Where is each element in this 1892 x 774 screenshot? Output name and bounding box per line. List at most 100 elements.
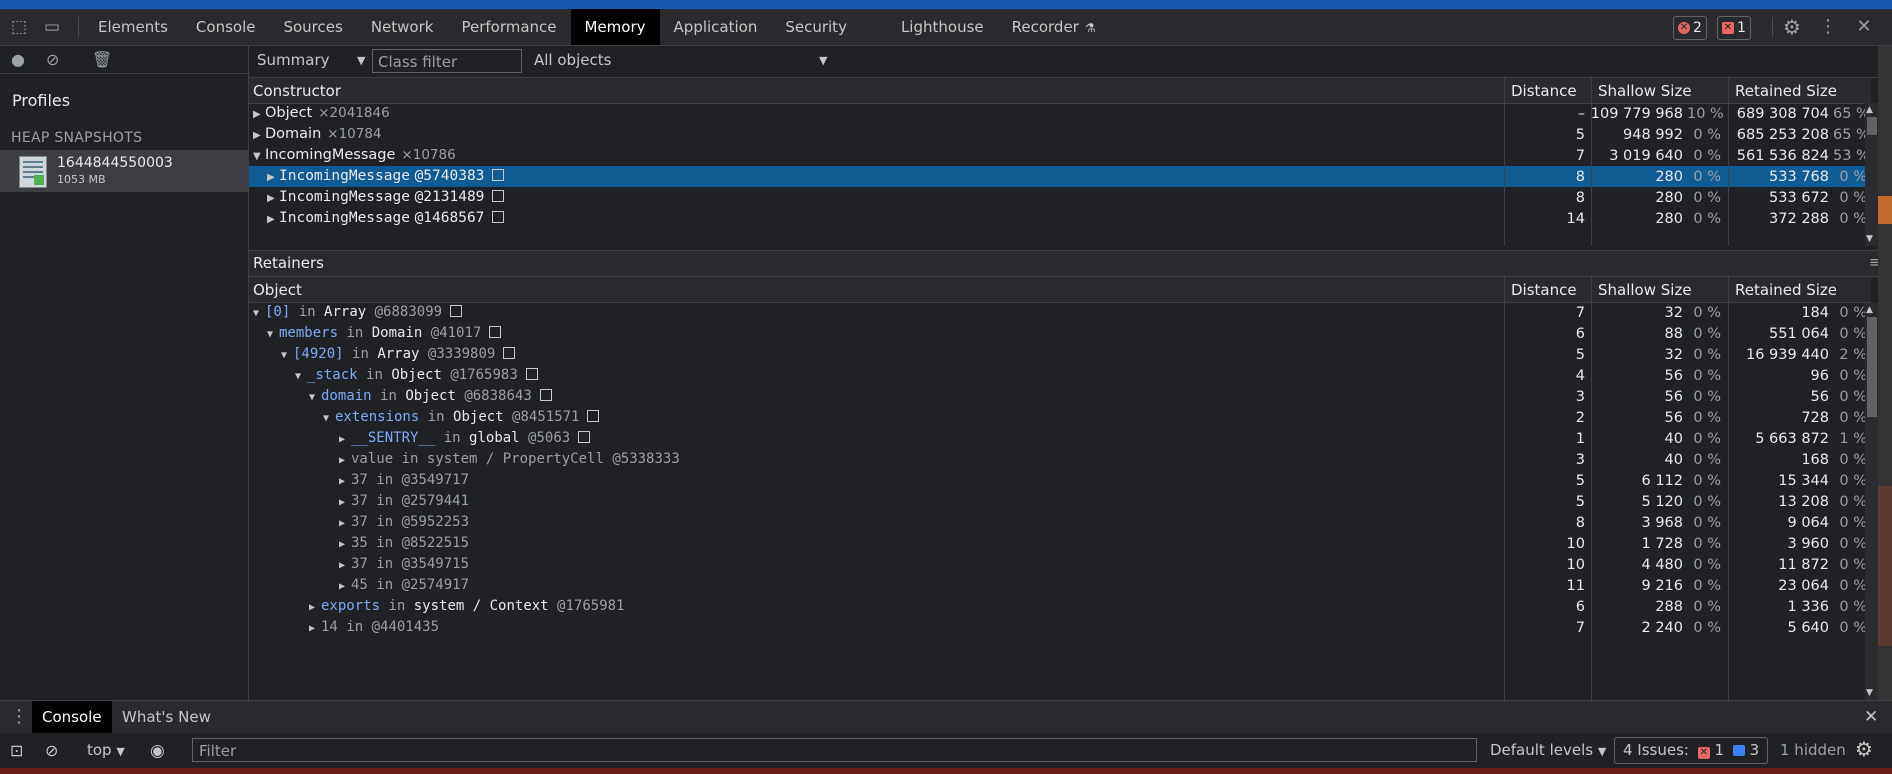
expand-open-icon[interactable]: ▼ bbox=[253, 151, 265, 162]
reveal-icon[interactable] bbox=[539, 389, 552, 401]
scroll-down-icon[interactable]: ▼ bbox=[1866, 234, 1873, 244]
expand-closed-icon[interactable]: ▶ bbox=[267, 172, 279, 183]
col-distance[interactable]: Distance bbox=[1511, 281, 1577, 299]
constructor-row[interactable]: ▶ IncomingMessage @1468567 14 280 0 % 372 288… bbox=[249, 208, 1871, 229]
tab-console[interactable]: Console bbox=[182, 9, 270, 45]
context-select[interactable]: top ▼ bbox=[87, 741, 125, 759]
retainer-row[interactable]: ▶ 37 in @3549715 10 4 480 0 % 11 872 0 % bbox=[249, 554, 1871, 575]
reveal-icon[interactable] bbox=[525, 368, 538, 380]
retainer-row[interactable]: ▶ 37 in @5952253 8 3 968 0 % 9 064 0 % bbox=[249, 512, 1871, 533]
expand-open-icon[interactable]: ▼ bbox=[323, 413, 335, 424]
expand-open-icon[interactable]: ▼ bbox=[309, 392, 321, 403]
col-retained-size[interactable]: Retained Size bbox=[1735, 82, 1837, 100]
clear-icon[interactable]: ⊘ bbox=[46, 50, 59, 69]
col-object[interactable]: Object bbox=[253, 281, 302, 299]
retainer-row[interactable]: ▶ 35 in @8522515 10 1 728 0 % 3 960 0 % bbox=[249, 533, 1871, 554]
tab-application[interactable]: Application bbox=[660, 9, 772, 45]
warnings-badge[interactable]: ✕ 1 bbox=[1717, 16, 1751, 40]
expand-open-icon[interactable]: ▼ bbox=[295, 371, 307, 382]
scrollbar-thumb[interactable] bbox=[1867, 117, 1877, 135]
col-distance[interactable]: Distance bbox=[1511, 82, 1577, 100]
constructor-row[interactable]: ▶ Domain ×10784 5 948 992 0 % 685 253 208 65 % bbox=[249, 124, 1871, 145]
console-settings-gear-icon[interactable]: ⚙ bbox=[1855, 737, 1873, 761]
tab-network[interactable]: Network bbox=[357, 9, 448, 45]
retainer-row[interactable]: ▼ members in Domain @41017 6 88 0 % 551 064 0 … bbox=[249, 323, 1871, 344]
constructor-row[interactable]: ▼ IncomingMessage ×10786 7 3 019 640 0 % 561 5… bbox=[249, 145, 1871, 166]
expand-open-icon[interactable]: ▼ bbox=[281, 350, 293, 361]
tab-performance[interactable]: Performance bbox=[447, 9, 570, 45]
retainer-row[interactable]: ▶ 45 in @2574917 11 9 216 0 % 23 064 0 % bbox=[249, 575, 1871, 596]
objects-select[interactable]: All objects ▼ bbox=[534, 51, 834, 69]
constructor-row[interactable]: ▶ IncomingMessage @5740383 8 280 0 % 533 768 0… bbox=[249, 166, 1871, 187]
expand-closed-icon[interactable]: ▶ bbox=[339, 581, 351, 592]
tab-lighthouse[interactable]: Lighthouse bbox=[887, 9, 998, 45]
record-icon[interactable]: ● bbox=[11, 50, 25, 69]
scroll-up-icon[interactable]: ▲ bbox=[1866, 305, 1873, 315]
expand-closed-icon[interactable]: ▶ bbox=[267, 193, 279, 204]
tab-elements[interactable]: Elements bbox=[84, 9, 182, 45]
retainers-bar[interactable]: Retainers ≡ bbox=[249, 250, 1892, 277]
retainer-row[interactable]: ▶ exports in system / Context @1765981 6 28… bbox=[249, 596, 1871, 617]
expand-closed-icon[interactable]: ▶ bbox=[339, 560, 351, 571]
retainer-row[interactable]: ▶ 37 in @3549717 5 6 112 0 % 15 344 0 % bbox=[249, 470, 1871, 491]
scroll-down-icon[interactable]: ▼ bbox=[1866, 688, 1873, 698]
drawer-menu-icon[interactable]: ⋮ bbox=[10, 701, 28, 733]
retainer-row[interactable]: ▶ 37 in @2579441 5 5 120 0 % 13 208 0 % bbox=[249, 491, 1871, 512]
expand-open-icon[interactable]: ▼ bbox=[267, 329, 279, 340]
device-toolbar-icon[interactable]: ▭ bbox=[42, 17, 62, 37]
retainer-row[interactable]: ▶ __SENTRY__ in global @5063 1 40 0 % 5 663 8… bbox=[249, 428, 1871, 449]
live-expression-eye-icon[interactable]: ◉ bbox=[150, 741, 165, 761]
expand-closed-icon[interactable]: ▶ bbox=[267, 214, 279, 225]
collect-garbage-icon[interactable]: 🗑 bbox=[92, 50, 112, 69]
expand-closed-icon[interactable]: ▶ bbox=[339, 476, 351, 487]
reveal-icon[interactable] bbox=[450, 305, 463, 317]
retainer-row[interactable]: ▶ value in system / PropertyCell @5338333… bbox=[249, 449, 1871, 470]
tab-sources[interactable]: Sources bbox=[269, 9, 356, 45]
scrollbar-thumb[interactable] bbox=[1867, 317, 1877, 417]
reveal-icon[interactable] bbox=[578, 431, 591, 443]
log-levels-select[interactable]: Default levels ▼ bbox=[1490, 741, 1606, 759]
expand-closed-icon[interactable]: ▶ bbox=[339, 455, 351, 466]
expand-closed-icon[interactable]: ▶ bbox=[253, 109, 265, 120]
col-shallow-size[interactable]: Shallow Size bbox=[1598, 82, 1692, 100]
snapshot-item[interactable]: 1644844550003 1053 MB bbox=[0, 150, 248, 192]
settings-gear-icon[interactable]: ⚙ bbox=[1782, 17, 1802, 37]
sidebar-toggle-icon[interactable]: ⊡ bbox=[10, 741, 23, 760]
console-filter-input[interactable]: Filter bbox=[192, 738, 1477, 762]
class-filter-input[interactable]: Class filter bbox=[372, 49, 522, 73]
drawer-tab-console[interactable]: Console bbox=[32, 701, 112, 733]
expand-closed-icon[interactable]: ▶ bbox=[339, 434, 351, 445]
inspect-element-icon[interactable]: ⬚ bbox=[9, 17, 29, 37]
issues-button[interactable]: 4 Issues: ✕ 1 3 bbox=[1614, 737, 1769, 764]
constructors-scrollbar[interactable]: ▲ ▼ bbox=[1865, 103, 1879, 246]
expand-closed-icon[interactable]: ▶ bbox=[339, 497, 351, 508]
clear-console-icon[interactable]: ⊘ bbox=[45, 741, 58, 760]
retainer-row[interactable]: ▼ extensions in Object @8451571 2 56 0 % 728 0… bbox=[249, 407, 1871, 428]
expand-closed-icon[interactable]: ▶ bbox=[253, 130, 265, 141]
reveal-icon[interactable] bbox=[503, 347, 516, 359]
expand-closed-icon[interactable]: ▶ bbox=[309, 602, 321, 613]
errors-badge[interactable]: ✕ 2 bbox=[1673, 16, 1707, 40]
retainer-row[interactable]: ▼ [0] in Array @6883099 7 32 0 % 184 0 % bbox=[249, 302, 1871, 323]
expand-open-icon[interactable]: ▼ bbox=[253, 308, 265, 319]
drawer-tab-whats-new[interactable]: What's New bbox=[112, 701, 221, 733]
expand-closed-icon[interactable]: ▶ bbox=[339, 518, 351, 529]
retainers-scrollbar[interactable]: ▲ ▼ bbox=[1865, 303, 1879, 700]
scroll-up-icon[interactable]: ▲ bbox=[1866, 105, 1873, 115]
retainer-row[interactable]: ▶ 14 in @4401435 7 2 240 0 % 5 640 0 % bbox=[249, 617, 1871, 638]
retainer-row[interactable]: ▼ [4920] in Array @3339809 5 32 0 % 16 939 44… bbox=[249, 344, 1871, 365]
tab-security[interactable]: Security bbox=[771, 9, 887, 45]
close-drawer-icon[interactable]: ✕ bbox=[1854, 701, 1888, 733]
more-options-icon[interactable]: ⋮ bbox=[1818, 17, 1838, 37]
expand-closed-icon[interactable]: ▶ bbox=[309, 623, 321, 634]
col-shallow-size[interactable]: Shallow Size bbox=[1598, 281, 1692, 299]
constructor-row[interactable]: ▶ Object ×2041846–109 779 968 10 % 689 308 7… bbox=[249, 103, 1871, 124]
reveal-icon[interactable] bbox=[492, 211, 505, 223]
retainer-row[interactable]: ▼ _stack in Object @1765983 4 56 0 % 96 0 % bbox=[249, 365, 1871, 386]
tab-memory[interactable]: Memory bbox=[570, 9, 660, 45]
retainer-row[interactable]: ▼ domain in Object @6838643 3 56 0 % 56 0 % bbox=[249, 386, 1871, 407]
col-retained-size[interactable]: Retained Size bbox=[1735, 281, 1837, 299]
reveal-icon[interactable] bbox=[492, 190, 505, 202]
view-select[interactable]: Summary ▼ bbox=[257, 51, 369, 69]
col-constructor[interactable]: Constructor bbox=[253, 82, 341, 100]
